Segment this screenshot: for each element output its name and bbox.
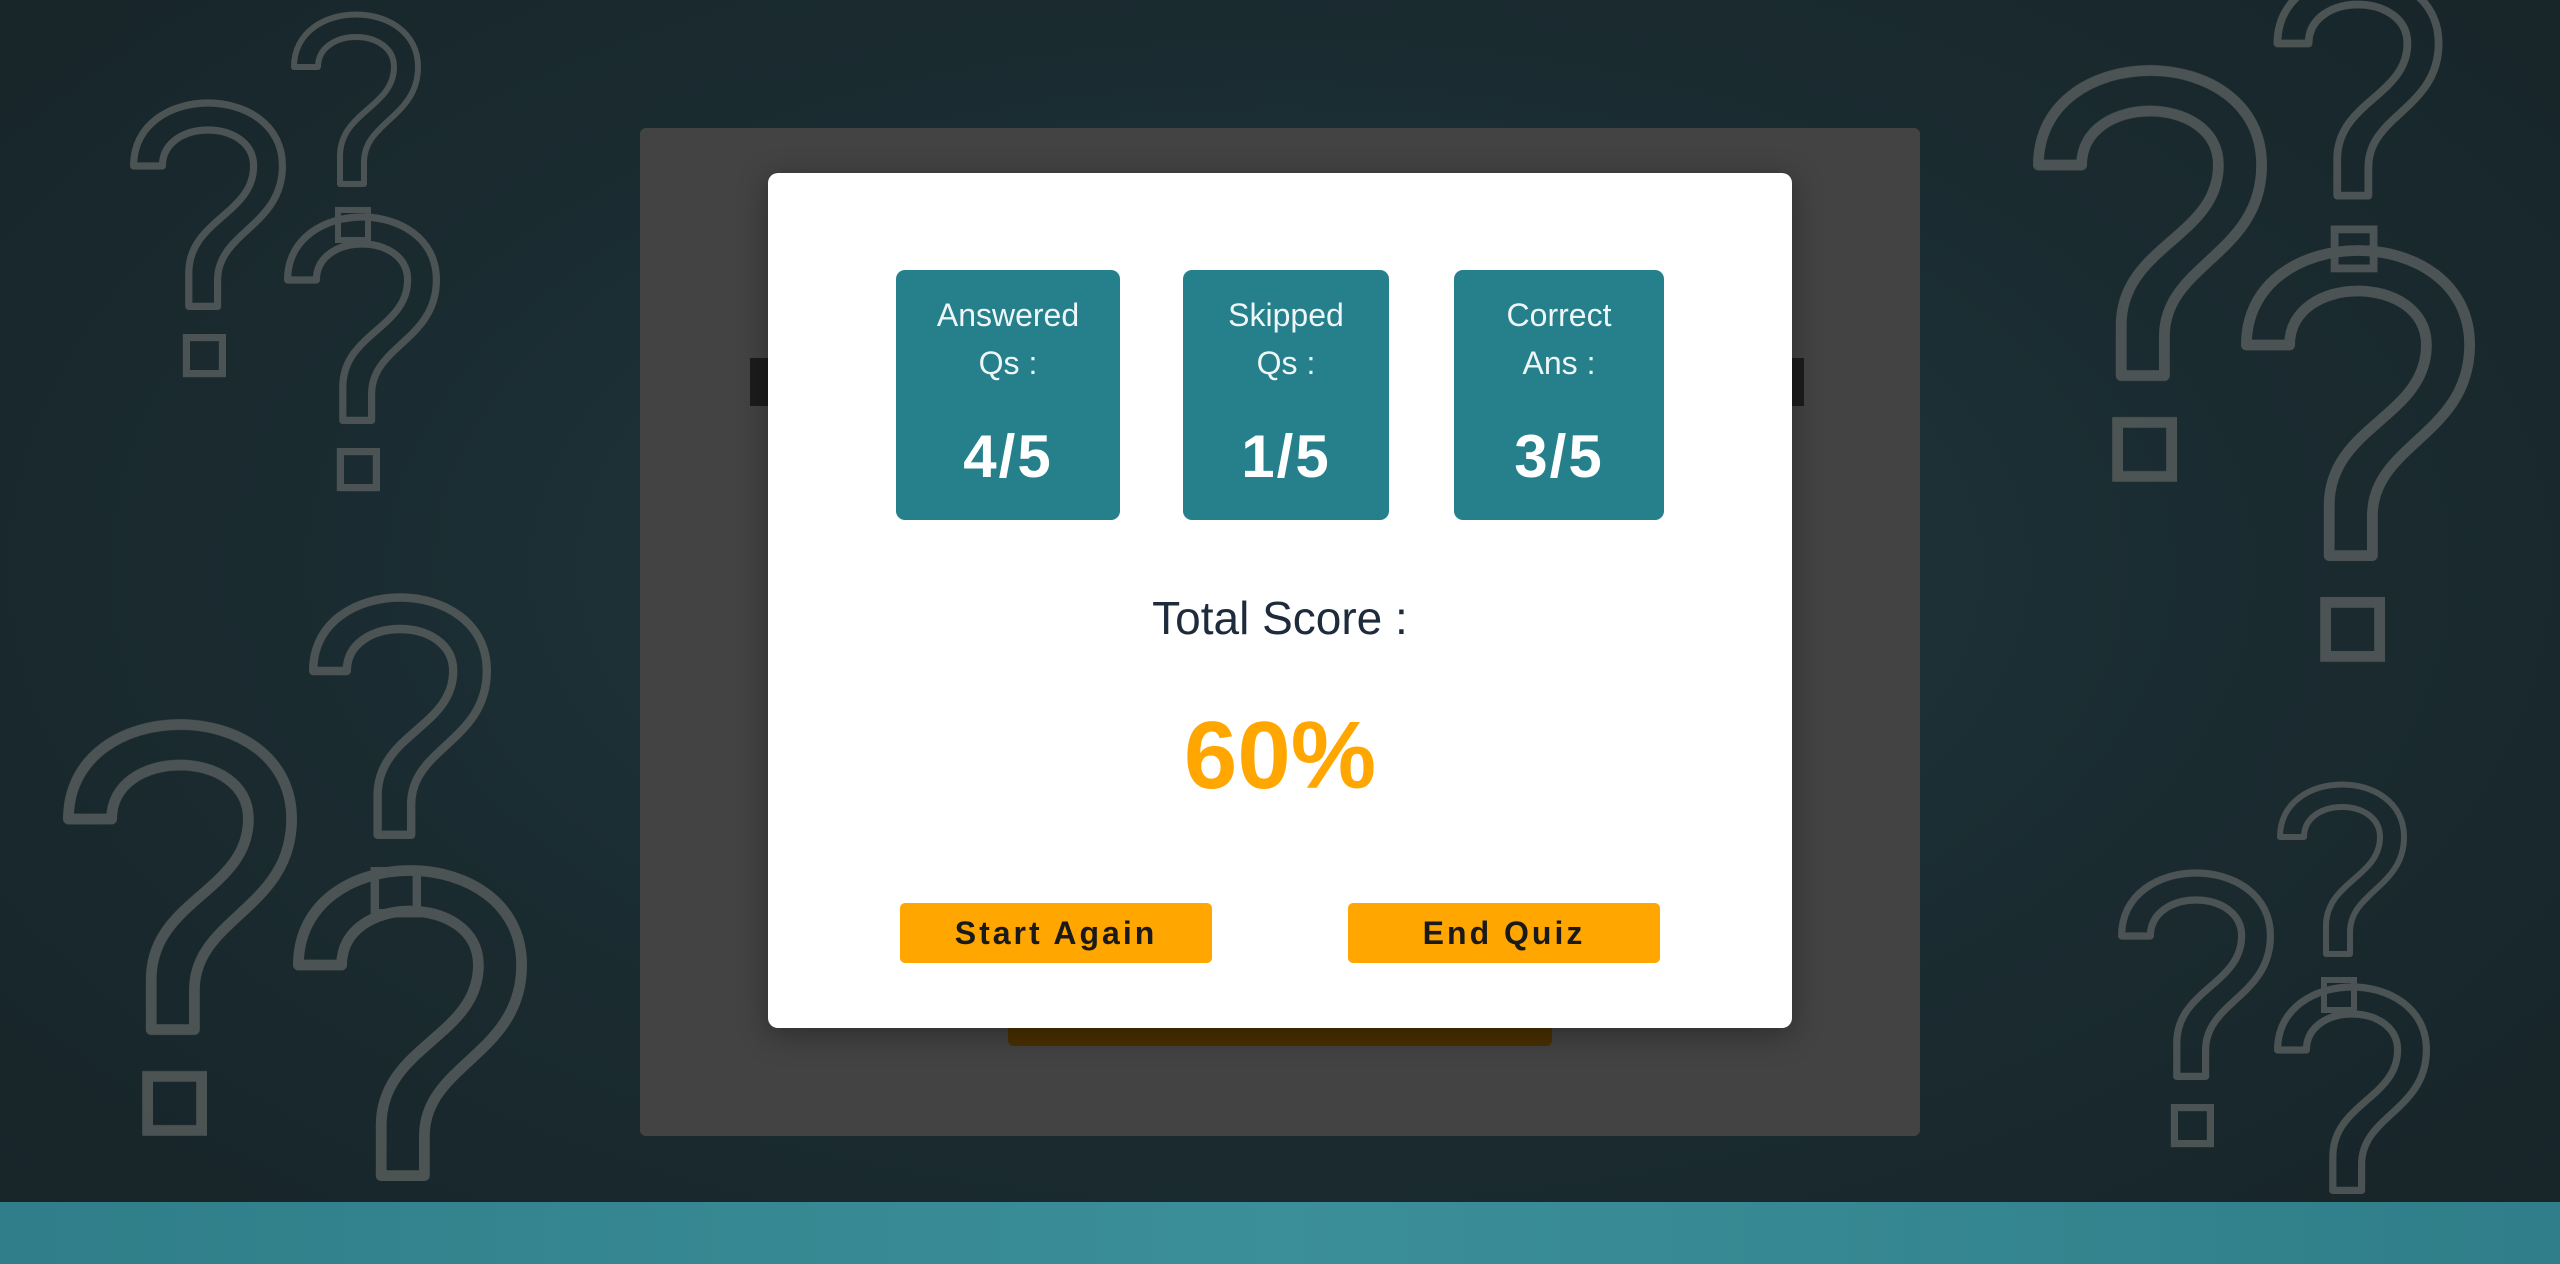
question-text-fragment: [1792, 358, 1804, 406]
stat-label-line: Skipped: [1228, 297, 1344, 333]
question-mark-icon: [2122, 873, 2271, 1144]
stat-label-line: Qs :: [1256, 345, 1316, 381]
bottom-bar: [0, 1202, 2560, 1264]
answered-value: 4/5: [963, 423, 1053, 490]
stat-label-line: Correct: [1506, 297, 1612, 333]
skipped-value: 1/5: [1241, 423, 1331, 490]
correct-value: 3/5: [1514, 423, 1604, 490]
answered-stat-card: Answered Qs : 4/5: [896, 270, 1120, 520]
stat-label-line: Answered: [936, 297, 1080, 333]
stat-label: Answered Qs :: [896, 270, 1120, 387]
skipped-stat-card: Skipped Qs : 1/5: [1183, 270, 1389, 520]
question-mark-icon: [2277, 0, 2438, 268]
stat-label: Skipped Qs :: [1183, 270, 1389, 387]
stat-label-line: Ans :: [1522, 345, 1596, 381]
total-score-label: Total Score :: [1152, 592, 1408, 644]
question-mark-icon: [288, 217, 437, 488]
question-mark-icon: [294, 15, 418, 241]
stat-label: Correct Ans :: [1454, 270, 1664, 387]
correct-stat-card: Correct Ans : 3/5: [1454, 270, 1664, 520]
question-mark-icon: [2038, 71, 2261, 477]
results-modal: Answered Qs : 4/5 Skipped Qs : 1/5 Corre…: [768, 173, 1792, 1028]
start-again-button[interactable]: Start Again: [900, 903, 1212, 963]
stat-label-line: Qs :: [978, 345, 1038, 381]
question-mark-icon: [2246, 251, 2469, 657]
question-mark-icon: [2280, 785, 2404, 1011]
total-score-value: 60%: [1183, 702, 1377, 809]
question-mark-icon: [68, 725, 291, 1131]
end-quiz-button[interactable]: End Quiz: [1348, 903, 1660, 963]
question-mark-icon: [134, 103, 283, 374]
